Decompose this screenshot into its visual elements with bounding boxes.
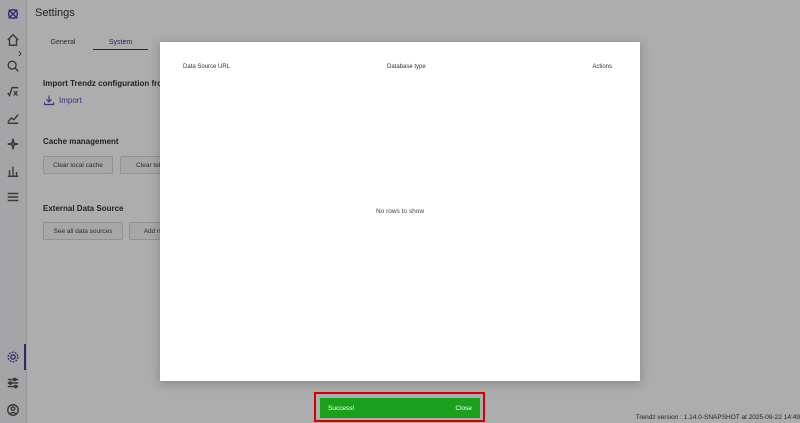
- empty-state-text: No rows to show: [375, 208, 425, 215]
- success-toast: Success! Close: [320, 398, 480, 418]
- toast-close-button[interactable]: Close: [455, 405, 472, 412]
- column-header-url[interactable]: Data Source URL: [183, 64, 230, 70]
- data-sources-dialog: Data Source URL Database type Actions No…: [160, 42, 640, 381]
- toast-message: Success!: [328, 404, 355, 412]
- column-header-actions: Actions: [592, 64, 612, 70]
- column-header-database-type[interactable]: Database type: [387, 64, 426, 70]
